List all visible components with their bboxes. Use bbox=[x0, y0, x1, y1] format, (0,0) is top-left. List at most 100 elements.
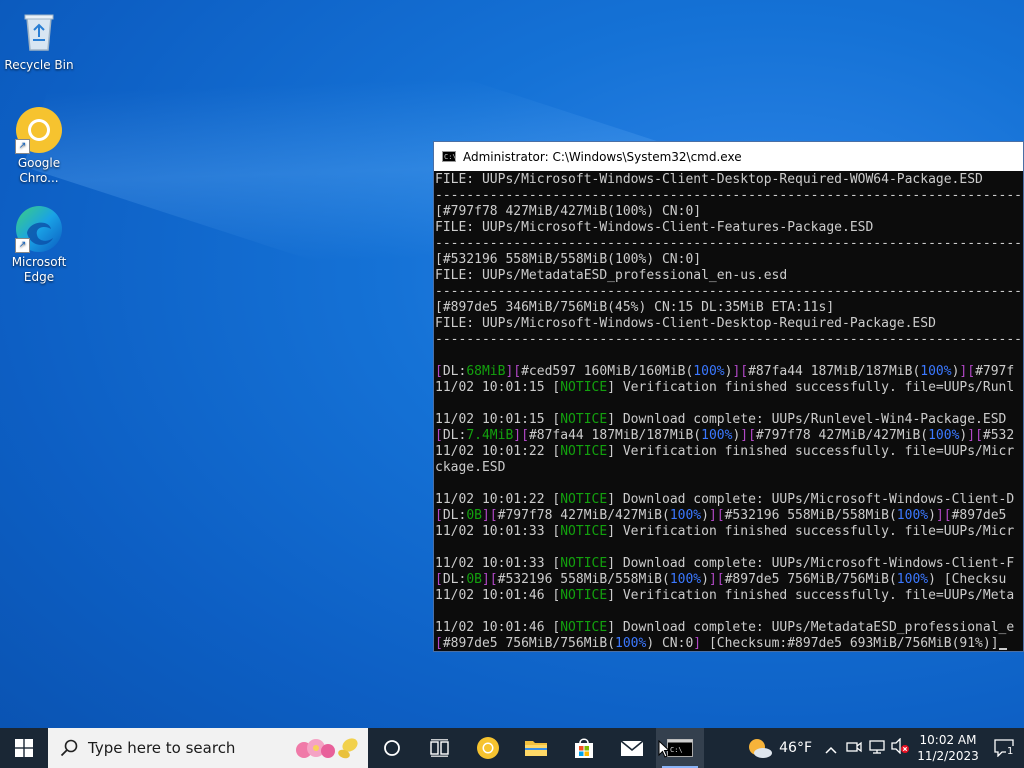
console-line: ckage.ESD bbox=[435, 460, 1023, 476]
console-text-segment: #87fa44 187MiB/187MiB( bbox=[748, 364, 921, 379]
taskbar-chrome-app[interactable] bbox=[464, 728, 512, 768]
cmd-icon: C:\ bbox=[667, 739, 693, 757]
console-text-segment: 7.4MiB bbox=[466, 428, 514, 443]
console-text-segment: [ bbox=[435, 636, 443, 651]
taskbar-store-app[interactable] bbox=[560, 728, 608, 768]
console-line: 11/02 10:01:46 [NOTICE] Download complet… bbox=[435, 620, 1023, 636]
console-text-segment: #532196 558MiB/558MiB( bbox=[497, 572, 670, 587]
console-text-segment: ] Verification finished successfully. fi… bbox=[607, 588, 1015, 603]
console-text-segment: ][ bbox=[708, 508, 725, 523]
cortana-button[interactable] bbox=[368, 728, 416, 768]
search-highlight-flowers-icon bbox=[292, 732, 362, 764]
console-text-segment: [ bbox=[435, 364, 443, 379]
cortana-circle-icon bbox=[384, 740, 400, 756]
console-text-segment: 100% bbox=[693, 364, 725, 379]
console-line: [#897de5 756MiB/756MiB(100%) CN:0] [Chec… bbox=[435, 636, 1023, 651]
console-text-segment: 11/02 10:01:22 [ bbox=[435, 444, 561, 459]
console-text-segment: [ bbox=[435, 428, 443, 443]
console-text-segment: 68MiB bbox=[466, 364, 506, 379]
console-text-segment: 100% bbox=[701, 428, 733, 443]
console-line: [#897de5 346MiB/756MiB(45%) CN:15 DL:35M… bbox=[435, 300, 1023, 316]
cmd-title-text: Administrator: C:\Windows\System32\cmd.e… bbox=[463, 149, 742, 164]
console-line: 11/02 10:01:33 [NOTICE] Download complet… bbox=[435, 556, 1023, 572]
search-placeholder: Type here to search bbox=[88, 739, 236, 757]
desktop-icon-label: Recycle Bin bbox=[4, 58, 74, 72]
console-line: 11/02 10:01:33 [NOTICE] Verification fin… bbox=[435, 524, 1023, 540]
console-text-segment: NOTICE bbox=[560, 380, 608, 395]
taskbar-file-explorer-app[interactable] bbox=[512, 728, 560, 768]
console-text-segment: ] Verification finished successfully. fi… bbox=[607, 444, 1015, 459]
console-text-segment: #87fa44 187MiB/187MiB( bbox=[528, 428, 702, 443]
console-text-segment: ] bbox=[693, 636, 702, 651]
console-text-segment: [ bbox=[435, 572, 443, 587]
cmd-console-output[interactable]: FILE: UUPs/Microsoft-Windows-Client-Desk… bbox=[434, 172, 1023, 651]
taskbar-cmd-app[interactable]: C:\ bbox=[656, 728, 704, 768]
console-text-segment: DL: bbox=[442, 572, 467, 587]
console-text-segment: NOTICE bbox=[560, 620, 608, 635]
show-hidden-icons-button[interactable] bbox=[820, 739, 842, 758]
action-center-button[interactable]: 1 bbox=[984, 728, 1024, 768]
notification-count: 1 bbox=[1006, 746, 1015, 757]
console-line: 11/02 10:01:15 [NOTICE] Download complet… bbox=[435, 412, 1023, 428]
console-text-segment: [#532196 558MiB/558MiB(100%) CN:0] bbox=[435, 252, 702, 267]
console-text-segment: #532196 558MiB/558MiB( bbox=[724, 508, 897, 523]
desktop-icon-label: Microsoft Edge bbox=[11, 255, 67, 284]
console-line: ----------------------------------------… bbox=[435, 284, 1023, 300]
cmd-window[interactable]: C:\ Administrator: C:\Windows\System32\c… bbox=[433, 141, 1024, 652]
console-text-segment: NOTICE bbox=[560, 444, 608, 459]
console-text-segment: ) bbox=[701, 572, 709, 587]
console-text-segment: 100% bbox=[928, 428, 960, 443]
console-line: FILE: UUPs/Microsoft-Windows-Client-Feat… bbox=[435, 220, 1023, 236]
console-line: [DL:7.4MiB][#87fa44 187MiB/187MiB(100%)]… bbox=[435, 428, 1023, 444]
volume-button[interactable] bbox=[888, 737, 912, 758]
edge-icon: ↗ bbox=[15, 205, 63, 253]
clock[interactable]: 10:02 AM 11/2/2023 bbox=[912, 732, 984, 764]
console-text-segment: NOTICE bbox=[560, 556, 608, 571]
meet-now-button[interactable] bbox=[842, 739, 866, 758]
console-text-segment: 0B bbox=[466, 572, 482, 587]
console-text-segment: 11/02 10:01:46 [ bbox=[435, 588, 561, 603]
mouse-pointer-icon bbox=[658, 740, 670, 758]
console-text-segment: DL: bbox=[442, 364, 467, 379]
chrome-icon: ↗ bbox=[15, 106, 63, 154]
chevron-up-icon bbox=[825, 746, 837, 754]
console-text-segment: ] Download complete: UUPs/Microsoft-Wind… bbox=[607, 492, 1015, 507]
console-text-segment: NOTICE bbox=[560, 524, 608, 539]
console-text-segment: 100% bbox=[896, 508, 929, 523]
console-text-segment: [#797f78 427MiB/427MiB(100%) CN:0] bbox=[435, 204, 702, 219]
weather-sun-cloud-icon bbox=[749, 739, 773, 758]
console-text-segment: 11/02 10:01:33 [ bbox=[435, 556, 561, 571]
console-text-segment: ][ bbox=[708, 572, 725, 587]
system-tray: 46°F 10:02 AM 11/2/2023 1 bbox=[739, 728, 1024, 768]
console-text-segment: #532 bbox=[982, 428, 1015, 443]
task-view-button[interactable] bbox=[416, 728, 464, 768]
console-line: 11/02 10:01:22 [NOTICE] Download complet… bbox=[435, 492, 1023, 508]
console-text-segment: FILE: UUPs/Microsoft-Windows-Client-Feat… bbox=[435, 220, 874, 235]
console-text-segment: 11/02 10:01:46 [ bbox=[435, 620, 561, 635]
weather-widget[interactable]: 46°F bbox=[739, 728, 820, 768]
console-line: FILE: UUPs/Microsoft-Windows-Client-Desk… bbox=[435, 172, 1023, 188]
taskbar-mail-app[interactable] bbox=[608, 728, 656, 768]
console-text-segment: [#897de5 346MiB/756MiB(45%) CN:15 DL:35M… bbox=[435, 300, 835, 315]
console-text-segment: ----------------------------------------… bbox=[435, 284, 1023, 299]
console-text-segment: ] Download complete: UUPs/MetadataESD_pr… bbox=[607, 620, 1015, 635]
console-text-segment: ][ bbox=[935, 508, 952, 523]
console-text-segment: 100% bbox=[920, 364, 952, 379]
console-line: ----------------------------------------… bbox=[435, 332, 1023, 348]
start-button[interactable] bbox=[0, 728, 48, 768]
task-view-icon bbox=[430, 739, 449, 757]
cmd-title-bar[interactable]: C:\ Administrator: C:\Windows\System32\c… bbox=[434, 142, 1023, 171]
console-text-segment: #797f bbox=[975, 364, 1015, 379]
console-text-segment: 11/02 10:01:22 [ bbox=[435, 492, 561, 507]
network-button[interactable] bbox=[866, 739, 888, 758]
desktop-icon-chrome[interactable]: ↗ Google Chro... bbox=[1, 106, 77, 186]
desktop-icon-recycle-bin[interactable]: Recycle Bin bbox=[1, 8, 77, 73]
console-text-segment: #897de5 756MiB/756MiB( bbox=[724, 572, 897, 587]
search-icon bbox=[60, 739, 78, 757]
console-line: [DL:0B][#532196 558MiB/558MiB(100%)][#89… bbox=[435, 572, 1023, 588]
search-box[interactable]: Type here to search bbox=[48, 728, 368, 768]
desktop-icon-edge[interactable]: ↗ Microsoft Edge bbox=[1, 205, 77, 285]
